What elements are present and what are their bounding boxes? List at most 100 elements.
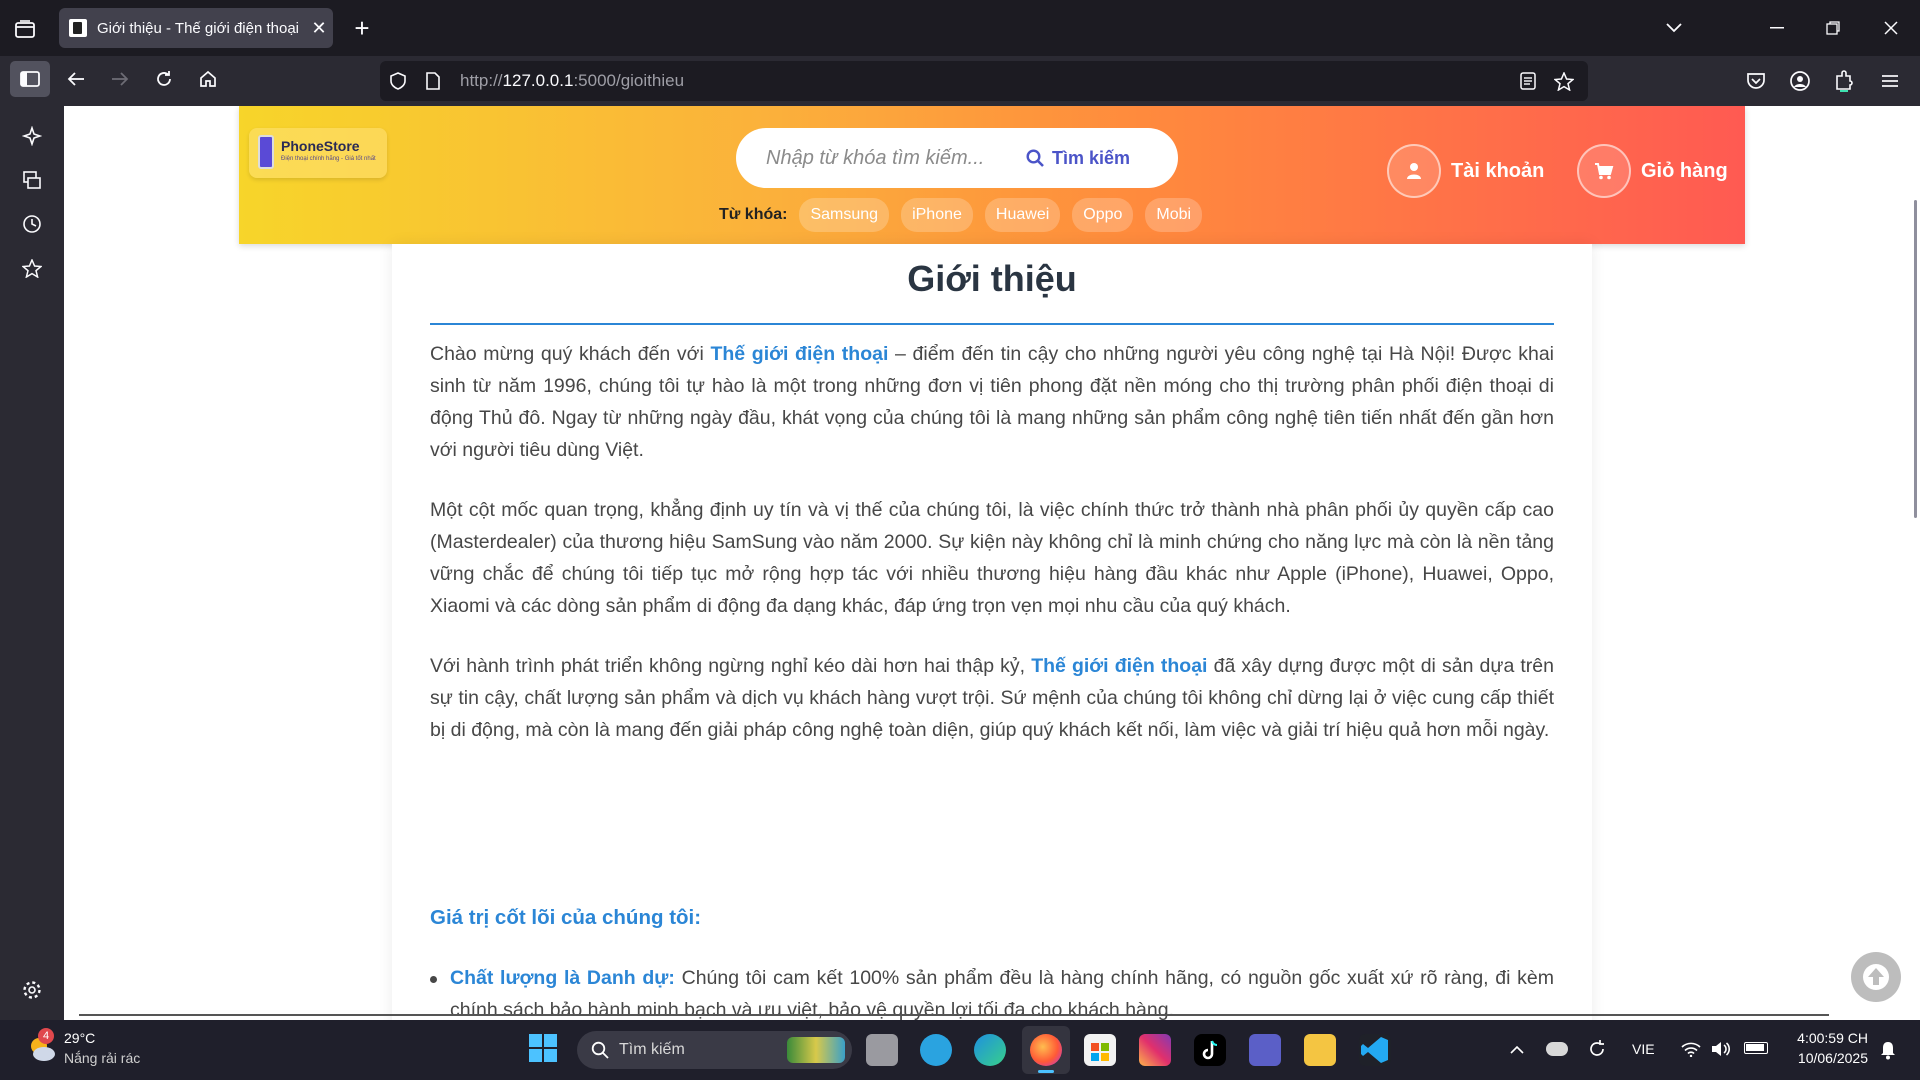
minimize-icon[interactable] xyxy=(1762,14,1792,42)
instagram-icon[interactable] xyxy=(1139,1034,1171,1066)
clock-time[interactable]: 4:00:59 CH xyxy=(1780,1030,1868,1046)
keyword-chip[interactable]: Mobi xyxy=(1145,198,1203,232)
arrow-up-circle-icon xyxy=(1863,964,1889,990)
reader-view-icon[interactable] xyxy=(1520,72,1554,90)
windows-start-icon[interactable] xyxy=(529,1034,557,1062)
new-tab-icon[interactable]: + xyxy=(348,13,376,43)
sync-update-icon[interactable] xyxy=(1586,1038,1608,1060)
phone-logo-icon xyxy=(258,135,274,169)
battery-icon[interactable] xyxy=(1744,1042,1768,1054)
site-logo[interactable]: PhoneStore Điện thoại chính hãng - Giá t… xyxy=(249,128,387,178)
forward-icon[interactable] xyxy=(106,64,134,94)
taskbar-search-icon xyxy=(591,1041,609,1059)
taskbar-search-label: Tìm kiếm xyxy=(619,1041,685,1058)
site-header: PhoneStore Điện thoại chính hãng - Giá t… xyxy=(239,106,1745,244)
core-values-heading: Giá trị cốt lõi của chúng tôi: xyxy=(430,906,702,929)
page-favicon-icon xyxy=(69,19,87,37)
keyword-chip[interactable]: Oppo xyxy=(1072,198,1134,232)
telegram-icon[interactable] xyxy=(920,1034,952,1066)
core-value-title: Chất lượng là Danh dự: xyxy=(450,967,675,989)
page-title: Giới thiệu xyxy=(907,258,1077,299)
volume-icon[interactable] xyxy=(1710,1038,1732,1060)
file-explorer-icon[interactable] xyxy=(1304,1034,1336,1066)
weather-badge: 4 xyxy=(38,1028,54,1044)
search-box[interactable]: Nhập từ khóa tìm kiếm... Tìm kiếm xyxy=(736,128,1178,188)
firefox-icon xyxy=(1030,1034,1062,1066)
account-icon[interactable] xyxy=(1786,66,1814,96)
keyword-chip[interactable]: Samsung xyxy=(799,198,890,232)
back-icon[interactable] xyxy=(62,64,90,94)
extensions-icon[interactable] xyxy=(1830,66,1858,96)
firefox-taskbar-active[interactable] xyxy=(1022,1026,1070,1074)
weather-sun-cloud-icon[interactable]: 4 xyxy=(26,1028,58,1064)
page-divider-line xyxy=(79,1014,1829,1016)
sidebar-toggle-icon[interactable] xyxy=(10,61,50,97)
brand-highlight: Thế giới điện thoại xyxy=(1031,655,1208,677)
pocket-icon[interactable] xyxy=(1742,66,1770,96)
brand-highlight: Thế giới điện thoại xyxy=(710,343,889,365)
scroll-to-top-button[interactable] xyxy=(1851,952,1901,1002)
history-icon[interactable] xyxy=(18,210,46,238)
url-text[interactable]: http://127.0.0.1:5000/gioithieu xyxy=(460,71,684,91)
bookmark-star-icon[interactable] xyxy=(1554,71,1588,91)
show-hidden-icons-chevron-icon[interactable] xyxy=(1507,1040,1527,1060)
list-all-tabs-icon[interactable] xyxy=(1660,14,1688,42)
search-input[interactable]: Nhập từ khóa tìm kiếm... xyxy=(766,147,1026,170)
keyword-list: Từ khóa: Samsung iPhone Huawei Oppo Mobi xyxy=(719,196,1214,234)
title-divider xyxy=(430,323,1554,325)
teams-icon[interactable] xyxy=(1249,1034,1281,1066)
web-page: PhoneStore Điện thoại chính hãng - Giá t… xyxy=(64,106,1920,1020)
sidebar-settings-gear-icon[interactable] xyxy=(18,976,46,1004)
milestone-paragraph: Một cột mốc quan trọng, khẳng định uy tí… xyxy=(430,499,1554,617)
url-bar[interactable]: http://127.0.0.1:5000/gioithieu xyxy=(380,61,1588,101)
menu-hamburger-icon[interactable] xyxy=(1876,66,1904,96)
cart-button[interactable]: Giỏ hàng xyxy=(1577,144,1728,198)
search-icon xyxy=(1026,149,1044,167)
user-icon xyxy=(1387,144,1441,198)
search-highlight-image xyxy=(787,1037,845,1063)
tab-active[interactable]: Giới thiệu - Thế giới điện thoại ✕ xyxy=(59,8,333,48)
intro-paragraph: Chào mừng quý khách đến với Thế giới điệ… xyxy=(430,343,1554,461)
search-button[interactable]: Tìm kiếm xyxy=(1026,148,1130,169)
firefox-view-icon[interactable] xyxy=(12,16,38,42)
tab-title: Giới thiệu - Thế giới điện thoại xyxy=(97,19,300,37)
notification-bell-icon[interactable] xyxy=(1876,1038,1900,1062)
taskbar-search[interactable]: Tìm kiếm xyxy=(577,1031,852,1069)
microsoft-store-icon[interactable] xyxy=(1084,1034,1116,1066)
tab-bar: Giới thiệu - Thế giới điện thoại ✕ + xyxy=(0,0,1920,56)
core-value-item: Chất lượng là Danh dự: Chúng tôi cam kết… xyxy=(430,962,1554,1020)
browser-sidebar xyxy=(0,106,64,1020)
bookmarks-star-icon[interactable] xyxy=(18,254,46,282)
synced-tabs-icon[interactable] xyxy=(18,166,46,194)
reload-icon[interactable] xyxy=(150,64,178,94)
mission-paragraph: Với hành trình phát triển không ngừng ng… xyxy=(430,655,1554,741)
restore-icon[interactable] xyxy=(1818,14,1848,42)
tracking-shield-icon[interactable] xyxy=(390,72,412,90)
home-icon[interactable] xyxy=(194,64,222,94)
onedrive-cloud-icon[interactable] xyxy=(1546,1042,1568,1056)
clock-date[interactable]: 10/06/2025 xyxy=(1780,1050,1868,1066)
keyword-chip[interactable]: Huawei xyxy=(984,198,1061,232)
keyword-chip[interactable]: iPhone xyxy=(901,198,973,232)
wifi-icon[interactable] xyxy=(1680,1038,1702,1060)
keywords-label: Từ khóa: xyxy=(719,206,788,223)
cart-label: Giỏ hàng xyxy=(1641,159,1728,182)
ai-chatbot-icon[interactable] xyxy=(18,122,46,150)
bullet-dot xyxy=(430,976,437,983)
tiktok-icon[interactable] xyxy=(1194,1034,1226,1066)
vscode-icon[interactable] xyxy=(1359,1034,1391,1066)
page-scrollbar[interactable] xyxy=(1914,200,1917,518)
about-content-card: Giới thiệu Chào mừng quý khách đến với T… xyxy=(392,244,1592,1020)
close-window-icon[interactable] xyxy=(1876,14,1906,42)
temperature[interactable]: 29°C xyxy=(64,1030,95,1046)
close-tab-icon[interactable]: ✕ xyxy=(305,18,333,39)
account-button[interactable]: Tài khoản xyxy=(1387,144,1544,198)
account-label: Tài khoản xyxy=(1451,159,1545,182)
logo-tagline: Điện thoại chính hãng - Giá tốt nhất xyxy=(281,156,376,162)
logo-name: PhoneStore xyxy=(281,138,360,154)
task-view-icon[interactable] xyxy=(866,1034,898,1066)
weather-description[interactable]: Nắng rải rác xyxy=(64,1050,140,1066)
edge-icon[interactable] xyxy=(974,1034,1006,1066)
page-info-icon[interactable] xyxy=(426,72,448,90)
input-language[interactable]: VIE xyxy=(1632,1041,1655,1057)
